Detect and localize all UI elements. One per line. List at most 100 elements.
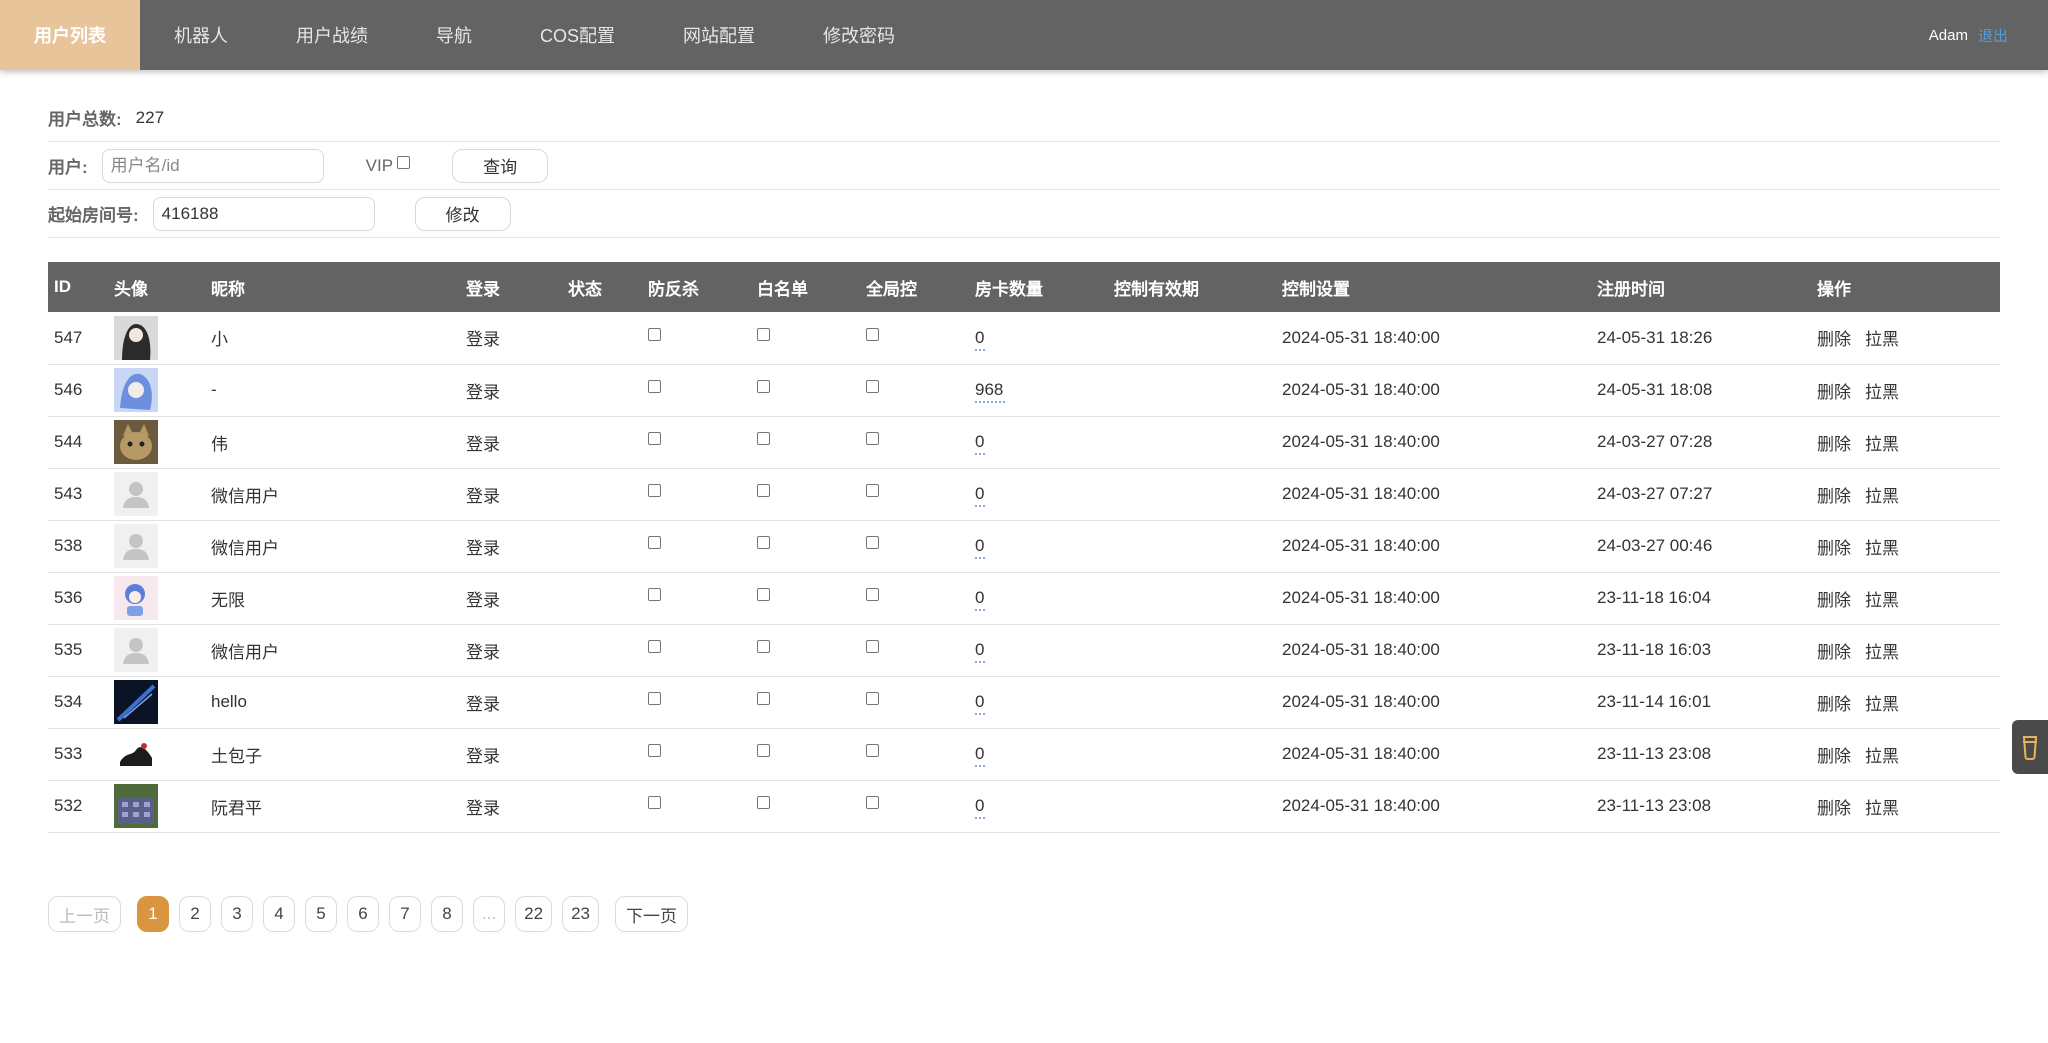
prev-page-button[interactable]: 上一页 [48, 896, 121, 932]
login-link[interactable]: 登录 [460, 728, 562, 780]
cell-global-ctrl [860, 572, 969, 624]
page-4[interactable]: 4 [263, 896, 295, 932]
block-link[interactable]: 拉黑 [1865, 330, 1899, 349]
anti-kill-checkbox[interactable] [648, 744, 661, 757]
page-1[interactable]: 1 [137, 896, 169, 932]
cards-editable[interactable]: 0 [975, 328, 985, 351]
whitelist-checkbox[interactable] [757, 744, 770, 757]
page-5[interactable]: 5 [305, 896, 337, 932]
delete-link[interactable]: 删除 [1817, 539, 1851, 558]
login-link[interactable]: 登录 [460, 624, 562, 676]
whitelist-checkbox[interactable] [757, 432, 770, 445]
cards-editable[interactable]: 0 [975, 432, 985, 455]
cards-editable[interactable]: 0 [975, 536, 985, 559]
anti-kill-checkbox[interactable] [648, 640, 661, 653]
nav-item-3[interactable]: 导航 [402, 0, 506, 70]
nav-item-1[interactable]: 机器人 [140, 0, 262, 70]
page-3[interactable]: 3 [221, 896, 253, 932]
page-2[interactable]: 2 [179, 896, 211, 932]
nav-item-4[interactable]: COS配置 [506, 0, 649, 70]
global-ctrl-checkbox[interactable] [866, 744, 879, 757]
delete-link[interactable]: 删除 [1817, 695, 1851, 714]
nav-item-2[interactable]: 用户战绩 [262, 0, 402, 70]
block-link[interactable]: 拉黑 [1865, 435, 1899, 454]
block-link[interactable]: 拉黑 [1865, 591, 1899, 610]
cards-editable[interactable]: 968 [975, 380, 1005, 403]
whitelist-checkbox[interactable] [757, 692, 770, 705]
page-8[interactable]: 8 [431, 896, 463, 932]
delete-link[interactable]: 删除 [1817, 799, 1851, 818]
login-link[interactable]: 登录 [460, 520, 562, 572]
page-7[interactable]: 7 [389, 896, 421, 932]
block-link[interactable]: 拉黑 [1865, 747, 1899, 766]
global-ctrl-checkbox[interactable] [866, 484, 879, 497]
login-link[interactable]: 登录 [460, 780, 562, 832]
login-link[interactable]: 登录 [460, 676, 562, 728]
delete-link[interactable]: 删除 [1817, 747, 1851, 766]
global-ctrl-checkbox[interactable] [866, 640, 879, 653]
whitelist-checkbox[interactable] [757, 796, 770, 809]
whitelist-checkbox[interactable] [757, 327, 770, 341]
user-search-input[interactable] [101, 148, 324, 183]
anti-kill-checkbox[interactable] [648, 484, 661, 497]
anti-kill-checkbox[interactable] [648, 796, 661, 809]
block-link[interactable]: 拉黑 [1865, 643, 1899, 662]
anti-kill-checkbox[interactable] [648, 380, 661, 393]
login-link[interactable]: 登录 [460, 364, 562, 416]
cards-editable[interactable]: 0 [975, 796, 985, 819]
global-ctrl-checkbox[interactable] [866, 588, 879, 601]
cards-editable[interactable]: 0 [975, 640, 985, 663]
delete-link[interactable]: 删除 [1817, 487, 1851, 506]
block-link[interactable]: 拉黑 [1865, 487, 1899, 506]
whitelist-checkbox[interactable] [757, 380, 770, 393]
whitelist-checkbox[interactable] [757, 536, 770, 549]
anti-kill-checkbox[interactable] [648, 536, 661, 549]
login-link[interactable]: 登录 [460, 416, 562, 468]
logout-link[interactable]: 退出 [1978, 25, 2008, 46]
global-ctrl-checkbox[interactable] [866, 327, 879, 341]
whitelist-checkbox[interactable] [757, 484, 770, 497]
delete-link[interactable]: 删除 [1817, 435, 1851, 454]
vip-checkbox[interactable] [397, 156, 411, 169]
login-link[interactable]: 登录 [460, 572, 562, 624]
delete-link[interactable]: 删除 [1817, 330, 1851, 349]
block-link[interactable]: 拉黑 [1865, 695, 1899, 714]
delete-link[interactable]: 删除 [1817, 643, 1851, 662]
cards-editable[interactable]: 0 [975, 744, 985, 767]
cards-editable[interactable]: 0 [975, 484, 985, 507]
cards-value: 0 [975, 432, 985, 451]
query-button[interactable]: 查询 [452, 148, 549, 183]
nav-item-6[interactable]: 修改密码 [789, 0, 929, 70]
login-link[interactable]: 登录 [460, 468, 562, 520]
block-link[interactable]: 拉黑 [1865, 539, 1899, 558]
global-ctrl-checkbox[interactable] [866, 380, 879, 393]
cards-editable[interactable]: 0 [975, 588, 985, 611]
anti-kill-checkbox[interactable] [648, 588, 661, 601]
delete-link[interactable]: 删除 [1817, 591, 1851, 610]
login-link[interactable]: 登录 [460, 312, 562, 364]
anti-kill-checkbox[interactable] [648, 432, 661, 445]
room-number-input[interactable] [152, 196, 375, 231]
block-link[interactable]: 拉黑 [1865, 799, 1899, 818]
whitelist-checkbox[interactable] [757, 640, 770, 653]
cell-nickname: 小 [211, 330, 228, 350]
page-6[interactable]: 6 [347, 896, 379, 932]
next-page-button[interactable]: 下一页 [615, 896, 689, 932]
anti-kill-checkbox[interactable] [648, 327, 661, 341]
global-ctrl-checkbox[interactable] [866, 692, 879, 705]
global-ctrl-checkbox[interactable] [866, 536, 879, 549]
block-link[interactable]: 拉黑 [1865, 383, 1899, 402]
nav-item-5[interactable]: 网站配置 [649, 0, 789, 70]
cards-editable[interactable]: 0 [975, 692, 985, 715]
global-ctrl-checkbox[interactable] [866, 432, 879, 445]
col-login: 登录 [466, 279, 500, 299]
delete-link[interactable]: 删除 [1817, 383, 1851, 402]
side-widget[interactable] [2012, 720, 2048, 774]
modify-button[interactable]: 修改 [414, 196, 511, 231]
page-23[interactable]: 23 [562, 896, 600, 932]
global-ctrl-checkbox[interactable] [866, 796, 879, 809]
anti-kill-checkbox[interactable] [648, 692, 661, 705]
nav-item-0[interactable]: 用户列表 [0, 0, 140, 70]
whitelist-checkbox[interactable] [757, 588, 770, 601]
page-22[interactable]: 22 [515, 896, 553, 932]
